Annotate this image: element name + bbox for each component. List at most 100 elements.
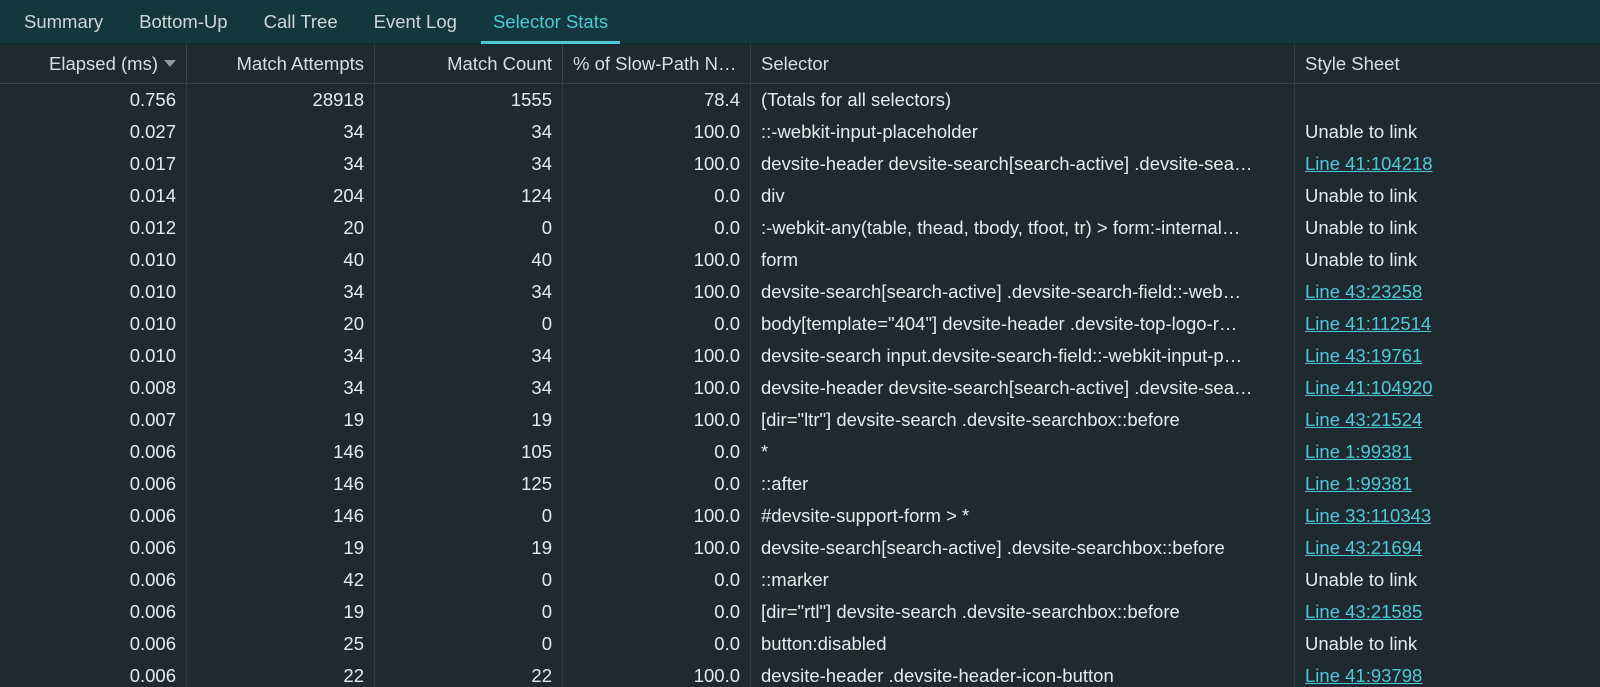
cell-style-sheet: Line 43:23258: [1295, 276, 1600, 308]
table-row[interactable]: 0.0061900.0[dir="rtl"] devsite-search .d…: [0, 596, 1600, 628]
table-row[interactable]: 0.0061461050.0*Line 1:99381: [0, 436, 1600, 468]
table-row[interactable]: 0.0061460100.0#devsite-support-form > *L…: [0, 500, 1600, 532]
col-header-match-count[interactable]: Match Count: [375, 44, 563, 83]
cell-selector: #devsite-support-form > *: [751, 500, 1295, 532]
cell-attempts: 146: [187, 500, 375, 532]
col-header-label: % of Slow-Path N…: [573, 53, 736, 75]
style-sheet-link[interactable]: Line 43:23258: [1305, 281, 1422, 303]
cell-attempts: 34: [187, 276, 375, 308]
cell-elapsed: 0.006: [0, 628, 187, 660]
table-row[interactable]: 0.0062500.0button:disabledUnable to link: [0, 628, 1600, 660]
col-header-label: Style Sheet: [1305, 53, 1400, 75]
cell-selector: [dir="rtl"] devsite-search .devsite-sear…: [751, 596, 1295, 628]
table-row[interactable]: 0.0103434100.0devsite-search input.devsi…: [0, 340, 1600, 372]
tab-label: Call Tree: [264, 11, 338, 33]
cell-slow: 100.0: [563, 244, 751, 276]
style-sheet-link[interactable]: Line 33:110343: [1305, 505, 1431, 527]
cell-attempts: 146: [187, 436, 375, 468]
style-sheet-link[interactable]: Line 41:93798: [1305, 665, 1422, 687]
col-header-match-attempts[interactable]: Match Attempts: [187, 44, 375, 83]
tab-call-tree[interactable]: Call Tree: [246, 0, 356, 43]
cell-slow: 100.0: [563, 116, 751, 148]
cell-style-sheet: Unable to link: [1295, 628, 1600, 660]
cell-selector: devsite-search[search-active] .devsite-s…: [751, 276, 1295, 308]
cell-count: 34: [375, 116, 563, 148]
cell-count: 124: [375, 180, 563, 212]
col-header-slow-path[interactable]: % of Slow-Path N…: [563, 44, 751, 83]
table-row[interactable]: 0.0064200.0::markerUnable to link: [0, 564, 1600, 596]
table-row[interactable]: 0.0104040100.0formUnable to link: [0, 244, 1600, 276]
cell-attempts: 34: [187, 340, 375, 372]
cell-slow: 100.0: [563, 276, 751, 308]
table-row[interactable]: 0.0173434100.0devsite-header devsite-sea…: [0, 148, 1600, 180]
cell-attempts: 28918: [187, 84, 375, 116]
table-row[interactable]: 0.0142041240.0divUnable to link: [0, 180, 1600, 212]
tab-selector-stats[interactable]: Selector Stats: [475, 0, 626, 43]
cell-attempts: 34: [187, 148, 375, 180]
cell-style-sheet: Line 43:21694: [1295, 532, 1600, 564]
cell-selector: div: [751, 180, 1295, 212]
cell-style-sheet: Unable to link: [1295, 212, 1600, 244]
table-header-row: Elapsed (ms) Match Attempts Match Count …: [0, 44, 1600, 84]
cell-slow: 0.0: [563, 628, 751, 660]
style-sheet-link[interactable]: Line 41:104218: [1305, 153, 1433, 175]
col-header-label: Match Count: [447, 53, 552, 75]
style-sheet-link[interactable]: Line 43:21524: [1305, 409, 1422, 431]
tab-event-log[interactable]: Event Log: [356, 0, 475, 43]
cell-selector: devsite-header devsite-search[search-act…: [751, 148, 1295, 180]
cell-elapsed: 0.010: [0, 308, 187, 340]
cell-attempts: 34: [187, 372, 375, 404]
table-row[interactable]: 0.0061461250.0::afterLine 1:99381: [0, 468, 1600, 500]
tab-bottom-up[interactable]: Bottom-Up: [121, 0, 245, 43]
table-row[interactable]: 0.0103434100.0devsite-search[search-acti…: [0, 276, 1600, 308]
table-row[interactable]: 0.0061919100.0devsite-search[search-acti…: [0, 532, 1600, 564]
cell-count: 34: [375, 340, 563, 372]
cell-elapsed: 0.027: [0, 116, 187, 148]
col-header-style-sheet[interactable]: Style Sheet: [1295, 44, 1600, 83]
table-row[interactable]: 0.0062222100.0devsite-header .devsite-he…: [0, 660, 1600, 687]
cell-style-sheet: [1295, 84, 1600, 116]
cell-style-sheet: Line 41:112514: [1295, 308, 1600, 340]
table-row[interactable]: 0.0071919100.0[dir="ltr"] devsite-search…: [0, 404, 1600, 436]
col-header-elapsed[interactable]: Elapsed (ms): [0, 44, 187, 83]
cell-attempts: 40: [187, 244, 375, 276]
table-row[interactable]: 0.0102000.0body[template="404"] devsite-…: [0, 308, 1600, 340]
cell-selector: :-webkit-any(table, thead, tbody, tfoot,…: [751, 212, 1295, 244]
panel-tabs: Summary Bottom-Up Call Tree Event Log Select…: [0, 0, 1600, 44]
tab-summary[interactable]: Summary: [6, 0, 121, 43]
table-row[interactable]: 0.0083434100.0devsite-header devsite-sea…: [0, 372, 1600, 404]
cell-selector: body[template="404"] devsite-header .dev…: [751, 308, 1295, 340]
cell-style-sheet: Line 41:93798: [1295, 660, 1600, 687]
col-header-selector[interactable]: Selector: [751, 44, 1295, 83]
cell-style-sheet: Line 43:21585: [1295, 596, 1600, 628]
cell-slow: 78.4: [563, 84, 751, 116]
cell-elapsed: 0.006: [0, 500, 187, 532]
table-row[interactable]: 0.0122000.0:-webkit-any(table, thead, tb…: [0, 212, 1600, 244]
style-sheet-link[interactable]: Line 1:99381: [1305, 473, 1412, 495]
style-sheet-link[interactable]: Line 43:21585: [1305, 601, 1422, 623]
cell-elapsed: 0.010: [0, 244, 187, 276]
cell-attempts: 19: [187, 532, 375, 564]
cell-attempts: 20: [187, 212, 375, 244]
cell-count: 22: [375, 660, 563, 687]
selector-stats-panel: Summary Bottom-Up Call Tree Event Log Select…: [0, 0, 1600, 687]
cell-slow: 0.0: [563, 180, 751, 212]
cell-style-sheet: Line 1:99381: [1295, 468, 1600, 500]
cell-elapsed: 0.007: [0, 404, 187, 436]
cell-attempts: 34: [187, 116, 375, 148]
style-sheet-link[interactable]: Line 43:19761: [1305, 345, 1422, 367]
cell-attempts: 19: [187, 404, 375, 436]
table-row[interactable]: 0.75628918155578.4(Totals for all select…: [0, 84, 1600, 116]
style-sheet-link[interactable]: Line 41:104920: [1305, 377, 1433, 399]
table-row[interactable]: 0.0273434100.0::-webkit-input-placeholde…: [0, 116, 1600, 148]
cell-slow: 100.0: [563, 500, 751, 532]
cell-elapsed: 0.006: [0, 564, 187, 596]
style-sheet-link[interactable]: Line 1:99381: [1305, 441, 1412, 463]
tab-label: Selector Stats: [493, 11, 608, 33]
cell-slow: 0.0: [563, 212, 751, 244]
cell-slow: 100.0: [563, 148, 751, 180]
tab-label: Bottom-Up: [139, 11, 227, 33]
style-sheet-link[interactable]: Line 41:112514: [1305, 313, 1431, 335]
style-sheet-link[interactable]: Line 43:21694: [1305, 537, 1422, 559]
cell-elapsed: 0.012: [0, 212, 187, 244]
